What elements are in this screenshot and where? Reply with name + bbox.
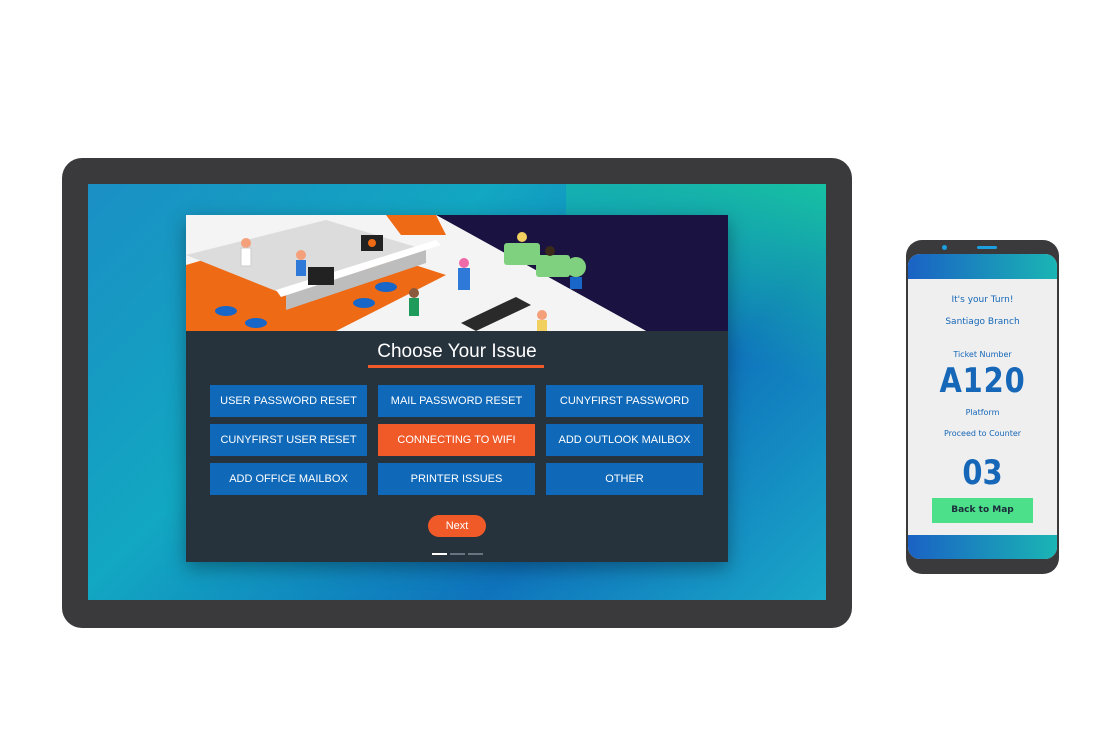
ticket-number: A120 <box>939 361 1026 401</box>
kiosk-card: Choose Your Issue USER PASSWORD RESET MA… <box>186 215 728 562</box>
page-dot-2[interactable] <box>450 553 465 555</box>
turn-message: It's your Turn! <box>951 295 1014 305</box>
page-indicator <box>432 553 484 556</box>
platform-label: Platform <box>965 408 1000 417</box>
issue-add-office-mailbox-button[interactable]: ADD OFFICE MAILBOX <box>210 463 367 495</box>
phone-device: It's your Turn! Santiago Branch Ticket N… <box>906 240 1059 574</box>
page-dot-1[interactable] <box>432 553 447 555</box>
phone-footer-bar <box>908 535 1057 559</box>
counter-number: 03 <box>962 453 1003 493</box>
office-illustration <box>186 215 728 331</box>
phone-screen: It's your Turn! Santiago Branch Ticket N… <box>908 254 1057 559</box>
issue-mail-password-reset-button[interactable]: MAIL PASSWORD RESET <box>378 385 535 417</box>
title-underline <box>368 365 544 368</box>
tablet-screen: Choose Your Issue USER PASSWORD RESET MA… <box>88 184 826 600</box>
phone-header-bar <box>908 254 1057 279</box>
issue-cunyfirst-password-button[interactable]: CUNYFIRST PASSWORD <box>546 385 703 417</box>
proceed-message: Proceed to Counter <box>943 429 1022 438</box>
issue-other-button[interactable]: OTHER <box>546 463 703 495</box>
camera-icon <box>942 245 947 250</box>
ticket-number-label: Ticket Number <box>953 350 1012 359</box>
page-dot-3[interactable] <box>468 553 483 555</box>
issue-printer-issues-button[interactable]: PRINTER ISSUES <box>378 463 535 495</box>
issue-user-password-reset-button[interactable]: USER PASSWORD RESET <box>210 385 367 417</box>
issue-add-outlook-mailbox-button[interactable]: ADD OUTLOOK MAILBOX <box>546 424 703 456</box>
branch-name: Santiago Branch <box>945 317 1020 327</box>
page-title: Choose Your Issue <box>377 341 537 362</box>
office-illustration-banner <box>186 215 728 331</box>
next-button[interactable]: Next <box>428 515 486 537</box>
issue-cunyfirst-user-reset-button[interactable]: CUNYFIRST USER RESET <box>210 424 367 456</box>
back-to-map-button[interactable]: Back to Map <box>932 498 1033 523</box>
issue-connecting-to-wifi-button[interactable]: CONNECTING TO WIFI <box>378 424 535 456</box>
tablet-device: Choose Your Issue USER PASSWORD RESET MA… <box>62 158 852 628</box>
speaker-icon <box>977 246 997 249</box>
